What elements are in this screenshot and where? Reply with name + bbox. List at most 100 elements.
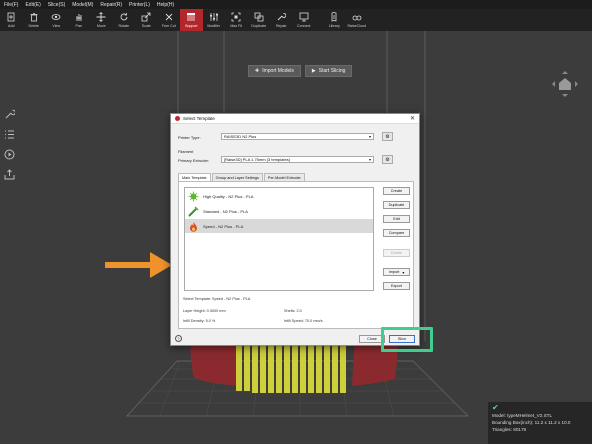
close-icon[interactable]: ✕ — [410, 115, 415, 122]
menu-file[interactable]: File(F) — [4, 2, 18, 8]
raisecloud-button[interactable]: RaiseCloud — [346, 9, 369, 31]
filament-label: Filament — [178, 149, 194, 154]
wrench-icon[interactable] — [4, 109, 15, 120]
menu-help[interactable]: Help(H) — [157, 2, 174, 8]
dialog-titlebar: Select Template — [171, 114, 419, 124]
menu-repair[interactable]: Repair(R) — [100, 2, 122, 8]
duplicate-icon — [253, 11, 264, 22]
high-quality-icon — [188, 191, 199, 201]
connect-icon — [298, 11, 309, 22]
rotate-icon — [118, 11, 129, 22]
side-toolbar — [4, 109, 15, 180]
modifier-button[interactable]: Modifier — [203, 9, 226, 31]
add-file-icon — [6, 11, 17, 22]
free-cut-button[interactable]: Free Cut — [158, 9, 181, 31]
view-button[interactable]: View — [45, 9, 68, 31]
eye-icon — [51, 11, 62, 22]
cut-icon — [163, 11, 174, 22]
list-icon[interactable] — [4, 129, 15, 140]
dialog-title: Select Template — [183, 116, 215, 121]
delete-template-button[interactable]: Delete — [383, 249, 410, 257]
plus-icon: ✚ — [255, 68, 260, 74]
template-item-high-quality[interactable]: High Quality - N2 Plus - PLA — [185, 189, 373, 203]
template-item-standard[interactable]: Standard - N2 Plus - PLA — [185, 204, 373, 218]
check-icon: ✔ — [492, 403, 499, 412]
tab-main-template[interactable]: Main Template — [178, 173, 211, 181]
play-circle-icon[interactable] — [4, 149, 15, 160]
primary-extruder-label: Primary Extruder: — [178, 158, 210, 163]
support-icon — [186, 11, 197, 22]
chevron-down-icon: ▾ — [368, 157, 371, 162]
tab-group-layer-settings[interactable]: Group and Layer Settings — [211, 173, 263, 181]
library-button[interactable]: Library — [323, 9, 346, 31]
select-template-dialog: Select Template ✕ Printer Type: RAISE3D … — [170, 113, 420, 346]
standard-icon — [188, 205, 199, 217]
viewport-actions: ✚ Import Models ▶ Start Slicing — [248, 65, 353, 77]
printer-settings-button[interactable]: ⚙ — [382, 132, 393, 141]
speed-flame-icon — [190, 221, 197, 232]
template-list: High Quality - N2 Plus - PLA Standard - … — [184, 187, 374, 291]
rotate-button[interactable]: Rotate — [113, 9, 136, 31]
export-icon[interactable] — [4, 169, 15, 180]
menu-printer[interactable]: Printer(L) — [129, 2, 150, 8]
import-models-button[interactable]: ✚ Import Models — [248, 65, 301, 77]
trash-icon — [28, 11, 39, 22]
scale-icon — [141, 11, 152, 22]
triangle-count: Triangles: 80178 — [492, 427, 527, 432]
bounding-box: Bounding Box(inch): 11.2 x 11.2 x 10.0 — [492, 420, 571, 425]
menu-model[interactable]: Model(M) — [72, 2, 93, 8]
export-button[interactable]: Export — [383, 282, 410, 290]
pan-button[interactable]: Pan — [68, 9, 91, 31]
add-button[interactable]: Add — [0, 9, 23, 31]
duplicate-button[interactable]: Duplicate — [248, 9, 271, 31]
menu-slice[interactable]: Slice(S) — [48, 2, 66, 8]
hand-icon — [73, 11, 84, 22]
chevron-down-icon: ▾ — [368, 134, 371, 139]
repair-button[interactable]: Repair — [270, 9, 293, 31]
start-slicing-button[interactable]: ▶ Start Slicing — [304, 65, 353, 77]
infill-density-text: Infill Density: 5.0 % — [183, 319, 216, 323]
navigation-cube[interactable] — [550, 69, 580, 99]
printer-type-select[interactable]: RAISE3D N2 Plus ▾ — [221, 133, 374, 140]
infill-speed-text: Infill Speed: 70.0 mm/s — [284, 319, 323, 323]
import-button[interactable]: Import ▾ — [383, 268, 410, 276]
model-name: Model: typeMHelmet_V2.STL — [492, 413, 552, 418]
gear-icon: ⚙ — [385, 133, 390, 140]
help-icon[interactable]: ? — [175, 335, 182, 342]
support-button[interactable]: Support — [180, 9, 203, 31]
cloud-icon — [351, 11, 362, 22]
layer-height-text: Layer Height: 0.3000 mm — [183, 309, 226, 313]
selected-template-text: Select Template: Speed - N2 Plus - PLA — [183, 297, 251, 301]
play-icon: ▶ — [311, 68, 316, 74]
compare-button[interactable]: Compare — [383, 229, 410, 237]
template-item-speed[interactable]: Speed - N2 Plus - PLA — [185, 219, 373, 233]
gear-icon: ⚙ — [385, 156, 390, 163]
delete-button[interactable]: Delete — [23, 9, 46, 31]
connect-button[interactable]: Connect — [293, 9, 316, 31]
edit-button[interactable]: Edit — [383, 215, 410, 223]
main-template-panel: High Quality - N2 Plus - PLA Standard - … — [178, 181, 414, 329]
menu-bar: File(F) Edit(E) Slice(S) Model(M) Repair… — [0, 0, 592, 9]
chevron-down-icon: ▾ — [402, 270, 405, 275]
model-info-panel: ✔ Model: typeMHelmet_V2.STL Bounding Box… — [488, 402, 592, 444]
menu-edit[interactable]: Edit(E) — [25, 2, 40, 8]
filament-settings-button[interactable]: ⚙ — [382, 155, 393, 164]
max-fit-button[interactable]: Max Fit — [225, 9, 248, 31]
template-tabs: Main Template Group and Layer Settings P… — [178, 173, 306, 181]
slice-highlight-frame — [381, 327, 433, 352]
main-toolbar: Add Delete View Pan Move Rotate Scale Fr… — [0, 9, 592, 31]
tab-per-model-extruder[interactable]: Per-Model Extruder — [263, 173, 305, 181]
library-icon — [329, 11, 340, 22]
app-icon — [175, 116, 180, 121]
home-icon — [559, 78, 571, 90]
primary-extruder-select[interactable]: [Raise3D] PLA 1.75mm (3 templates) ▾ — [221, 156, 374, 163]
create-button[interactable]: Create — [383, 187, 410, 195]
shells-text: Shells: 2.0 — [284, 309, 302, 313]
scale-button[interactable]: Scale — [135, 9, 158, 31]
orange-arrow — [105, 252, 172, 278]
move-button[interactable]: Move — [90, 9, 113, 31]
move-icon — [96, 11, 107, 22]
modifier-icon — [208, 11, 219, 22]
max-fit-icon — [231, 11, 242, 22]
duplicate-template-button[interactable]: Duplicate — [383, 201, 410, 209]
